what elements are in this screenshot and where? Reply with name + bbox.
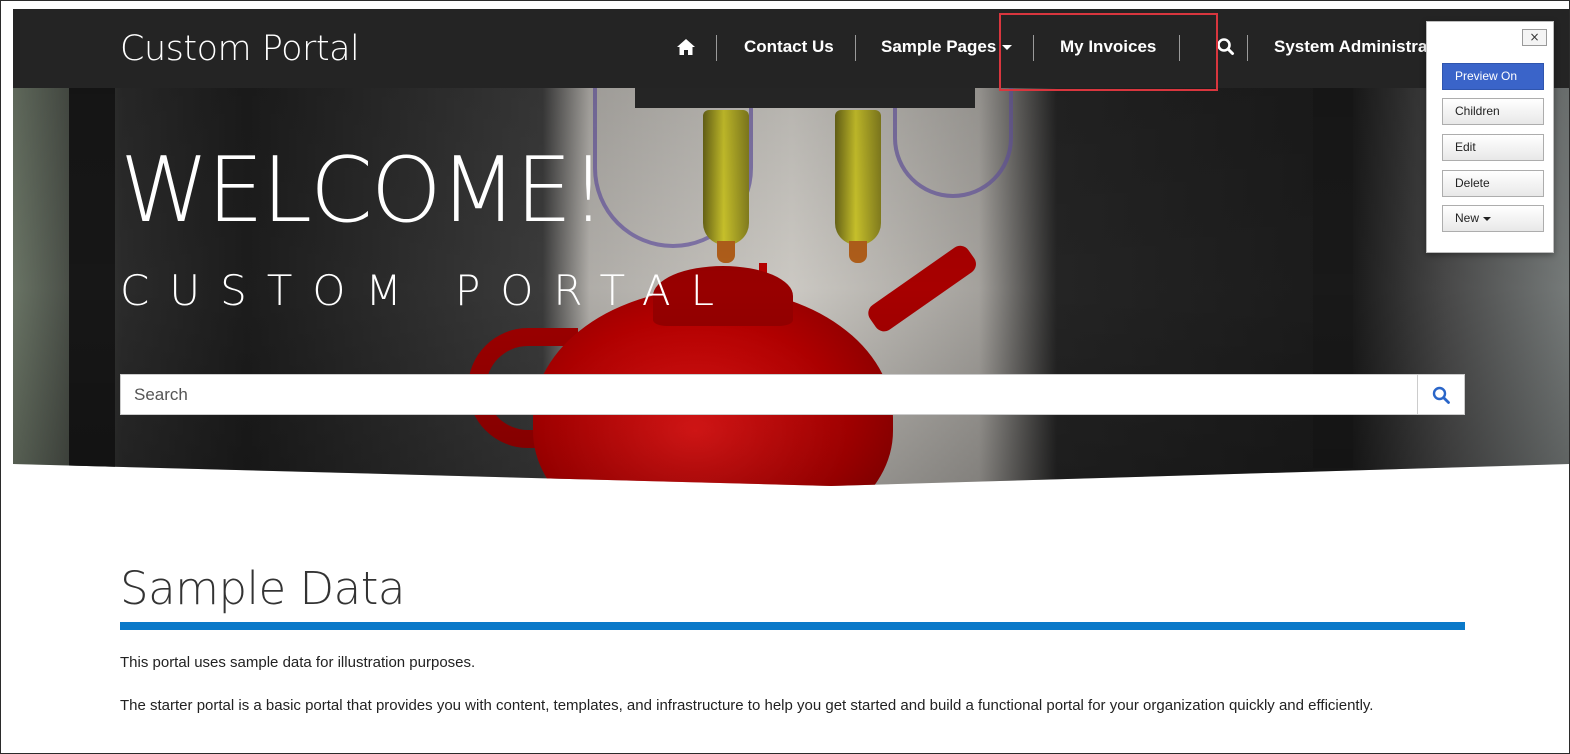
hero-search-bar — [120, 374, 1465, 415]
nav-separator — [716, 35, 717, 61]
hero-search-button[interactable] — [1417, 375, 1464, 414]
close-icon[interactable]: × — [1522, 29, 1547, 46]
nav-separator — [1247, 35, 1248, 61]
nav-separator — [1179, 35, 1180, 61]
home-icon[interactable] — [675, 36, 697, 58]
brand-logo-text[interactable]: Custom Portal — [120, 29, 360, 69]
delete-button[interactable]: Delete — [1442, 170, 1544, 197]
nav-item-system-administrator[interactable]: System Administrat — [1274, 37, 1433, 57]
edit-button[interactable]: Edit — [1442, 134, 1544, 161]
hero-banner: WELCOME! CUSTOM PORTAL — [13, 88, 1569, 486]
hero-welcome-heading: WELCOME! — [120, 138, 606, 243]
search-icon — [1432, 386, 1450, 404]
chevron-down-icon — [1002, 45, 1013, 51]
browser-viewport: WELCOME! CUSTOM PORTAL Custom Portal Con… — [0, 0, 1570, 754]
nav-item-my-invoices[interactable]: My Invoices — [1060, 37, 1156, 57]
nav-separator — [1033, 35, 1034, 61]
search-icon[interactable] — [1216, 37, 1236, 57]
section-title: Sample Data — [120, 562, 405, 615]
new-button-label: New — [1455, 211, 1480, 225]
chevron-down-icon — [1483, 216, 1492, 221]
nav-item-sample-pages-label: Sample Pages — [881, 37, 997, 56]
description-paragraph: The starter portal is a basic portal tha… — [120, 697, 1374, 714]
nav-item-contact-us[interactable]: Contact Us — [744, 37, 834, 57]
new-button[interactable]: New — [1442, 205, 1544, 232]
children-button[interactable]: Children — [1442, 98, 1544, 125]
hero-subtitle: CUSTOM PORTAL — [120, 266, 735, 315]
top-navbar: Custom Portal Contact Us Sample Pages My… — [13, 9, 1569, 88]
section-divider — [120, 622, 1465, 630]
nav-item-sample-pages[interactable]: Sample Pages — [881, 37, 1013, 57]
preview-on-button[interactable]: Preview On — [1442, 63, 1544, 90]
nav-separator — [855, 35, 856, 61]
content-editing-panel: × Preview On Children Edit Delete New — [1426, 21, 1554, 253]
intro-paragraph: This portal uses sample data for illustr… — [120, 654, 476, 671]
hero-search-input[interactable] — [121, 375, 1418, 414]
